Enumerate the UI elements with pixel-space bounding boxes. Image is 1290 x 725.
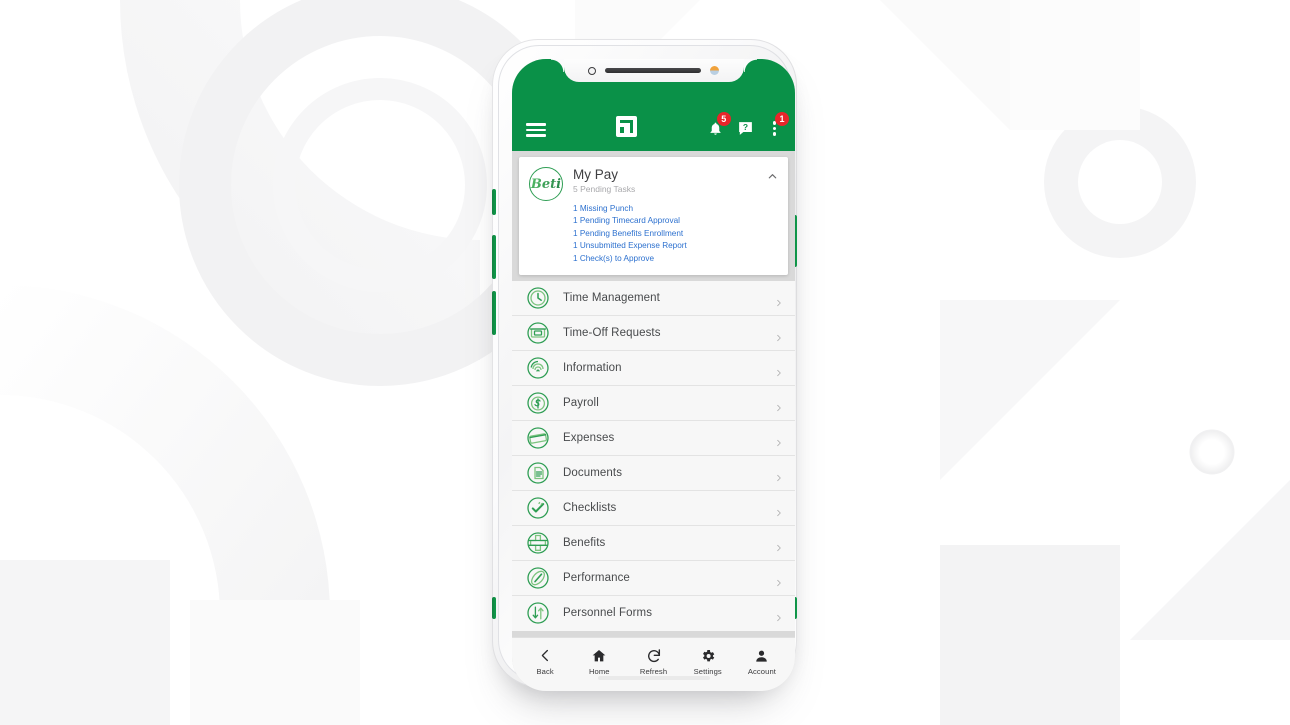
- menu-item-label: Checklists: [563, 501, 617, 514]
- menu-item-label: Benefits: [563, 536, 606, 549]
- phone-body: 5 ? 1 Beti My Pay 5 Pending Tasks 1 Miss…: [492, 39, 797, 691]
- menu-item-expenses[interactable]: Expenses: [512, 420, 795, 456]
- chevron-left-icon: [538, 647, 553, 664]
- pending-task-list: 1 Missing Punch 1 Pending Timecard Appro…: [573, 203, 778, 265]
- hamburger-menu-icon[interactable]: [526, 123, 546, 137]
- list-item[interactable]: 1 Missing Punch: [573, 203, 778, 215]
- menu-item-label: Documents: [563, 466, 623, 479]
- chevron-right-icon: [775, 539, 783, 551]
- mypay-title: My Pay: [573, 167, 619, 182]
- fingerprint-icon: [526, 356, 550, 380]
- phone-volume-up-button[interactable]: [492, 235, 496, 279]
- paycom-logo-icon: [616, 116, 638, 137]
- list-item[interactable]: 1 Check(s) to Approve: [573, 253, 778, 265]
- phone-side-button[interactable]: [492, 189, 496, 215]
- chevron-right-icon: [775, 399, 783, 411]
- nav-item-label: Home: [588, 667, 610, 676]
- nav-item-label: Refresh: [639, 667, 668, 676]
- nav-item-home[interactable]: Home: [572, 647, 626, 676]
- phone-bezel: 5 ? 1 Beti My Pay 5 Pending Tasks 1 Miss…: [498, 45, 795, 691]
- medical-cross-icon: [526, 531, 550, 555]
- menu-item-documents[interactable]: Documents: [512, 455, 795, 491]
- phone-screen: 5 ? 1 Beti My Pay 5 Pending Tasks 1 Miss…: [512, 59, 795, 691]
- more-options-badge: 1: [775, 112, 789, 127]
- chevron-right-icon: [775, 294, 783, 306]
- nav-item-label: Account: [747, 667, 776, 676]
- menu-item-label: Time-Off Requests: [563, 326, 661, 339]
- nav-item-label: Settings: [693, 667, 722, 676]
- chevron-right-icon: [775, 574, 783, 586]
- header-actions: 5 ? 1: [708, 112, 789, 137]
- menu-item-label: Information: [563, 361, 622, 374]
- nav-item-settings[interactable]: Settings: [681, 647, 735, 676]
- list-item[interactable]: 1 Unsubmitted Expense Report: [573, 240, 778, 252]
- menu-item-label: Payroll: [563, 396, 599, 409]
- chevron-right-icon: [775, 609, 783, 622]
- menu-item-label: Performance: [563, 571, 630, 584]
- refresh-icon: [646, 647, 662, 664]
- beti-logo-icon: Beti: [529, 167, 563, 201]
- up-down-arrows-icon: [526, 601, 550, 625]
- phone-volume-down-button[interactable]: [492, 291, 496, 335]
- menu-item-benefits[interactable]: Benefits: [512, 525, 795, 561]
- menu-item-label: Expenses: [563, 431, 615, 444]
- nav-item-refresh[interactable]: Refresh: [626, 647, 680, 676]
- app-content: Beti My Pay 5 Pending Tasks 1 Missing Pu…: [512, 151, 795, 637]
- menu-item-time-management[interactable]: Time Management: [512, 280, 795, 316]
- dollar-icon: [526, 391, 550, 415]
- gear-icon: [700, 647, 716, 664]
- menu-item-payroll[interactable]: Payroll: [512, 385, 795, 421]
- chevron-up-icon[interactable]: [767, 169, 778, 180]
- person-icon: [754, 647, 769, 664]
- menu-item-label: Personnel Forms: [563, 607, 653, 620]
- menu-item-personnel-forms[interactable]: Personnel Forms: [512, 595, 795, 631]
- mypay-subtitle: 5 Pending Tasks: [573, 183, 636, 194]
- credit-card-icon: [526, 426, 550, 450]
- nav-item-account[interactable]: Account: [735, 647, 789, 676]
- more-options-kebab-icon[interactable]: 1: [768, 112, 789, 136]
- app-logo: [546, 116, 708, 137]
- nav-item-label: Back: [536, 667, 554, 676]
- chevron-right-icon: [775, 504, 783, 516]
- list-item[interactable]: 1 Pending Timecard Approval: [573, 215, 778, 227]
- menu-item-time-off-requests[interactable]: Time-Off Requests: [512, 315, 795, 351]
- chevron-right-icon: [775, 434, 783, 446]
- help-chat-icon[interactable]: ?: [737, 120, 754, 137]
- mypay-card[interactable]: Beti My Pay 5 Pending Tasks 1 Missing Pu…: [519, 157, 788, 275]
- chevron-right-icon: [775, 469, 783, 481]
- chevron-right-icon: [775, 329, 783, 341]
- menu-item-label: Time Management: [563, 291, 660, 304]
- speedometer-icon: [526, 566, 550, 590]
- notifications-bell-icon[interactable]: 5: [708, 112, 731, 137]
- phone-side-accent-left: [492, 597, 496, 619]
- calendar-money-icon: [526, 321, 550, 345]
- nav-item-back[interactable]: Back: [518, 647, 572, 676]
- phone-mockup: 5 ? 1 Beti My Pay 5 Pending Tasks 1 Miss…: [489, 31, 799, 691]
- bottom-navigation-bar: Back Home Refresh Settings Account: [512, 637, 795, 691]
- checkmark-icon: [526, 496, 550, 520]
- menu-item-information[interactable]: Information: [512, 350, 795, 386]
- home-indicator: [597, 676, 710, 680]
- menu-item-performance[interactable]: Performance: [512, 560, 795, 596]
- document-icon: [526, 461, 550, 485]
- notifications-badge: 5: [716, 112, 731, 126]
- menu-item-checklists[interactable]: Checklists: [512, 490, 795, 526]
- home-icon: [591, 647, 607, 664]
- main-menu-list: Time Management Time-Off Requests Inform…: [512, 280, 795, 631]
- chevron-right-icon: [775, 364, 783, 376]
- svg-text:?: ?: [743, 122, 748, 132]
- clock-icon: [526, 286, 550, 310]
- list-item[interactable]: 1 Pending Benefits Enrollment: [573, 228, 778, 240]
- app-header: 5 ? 1: [512, 59, 795, 151]
